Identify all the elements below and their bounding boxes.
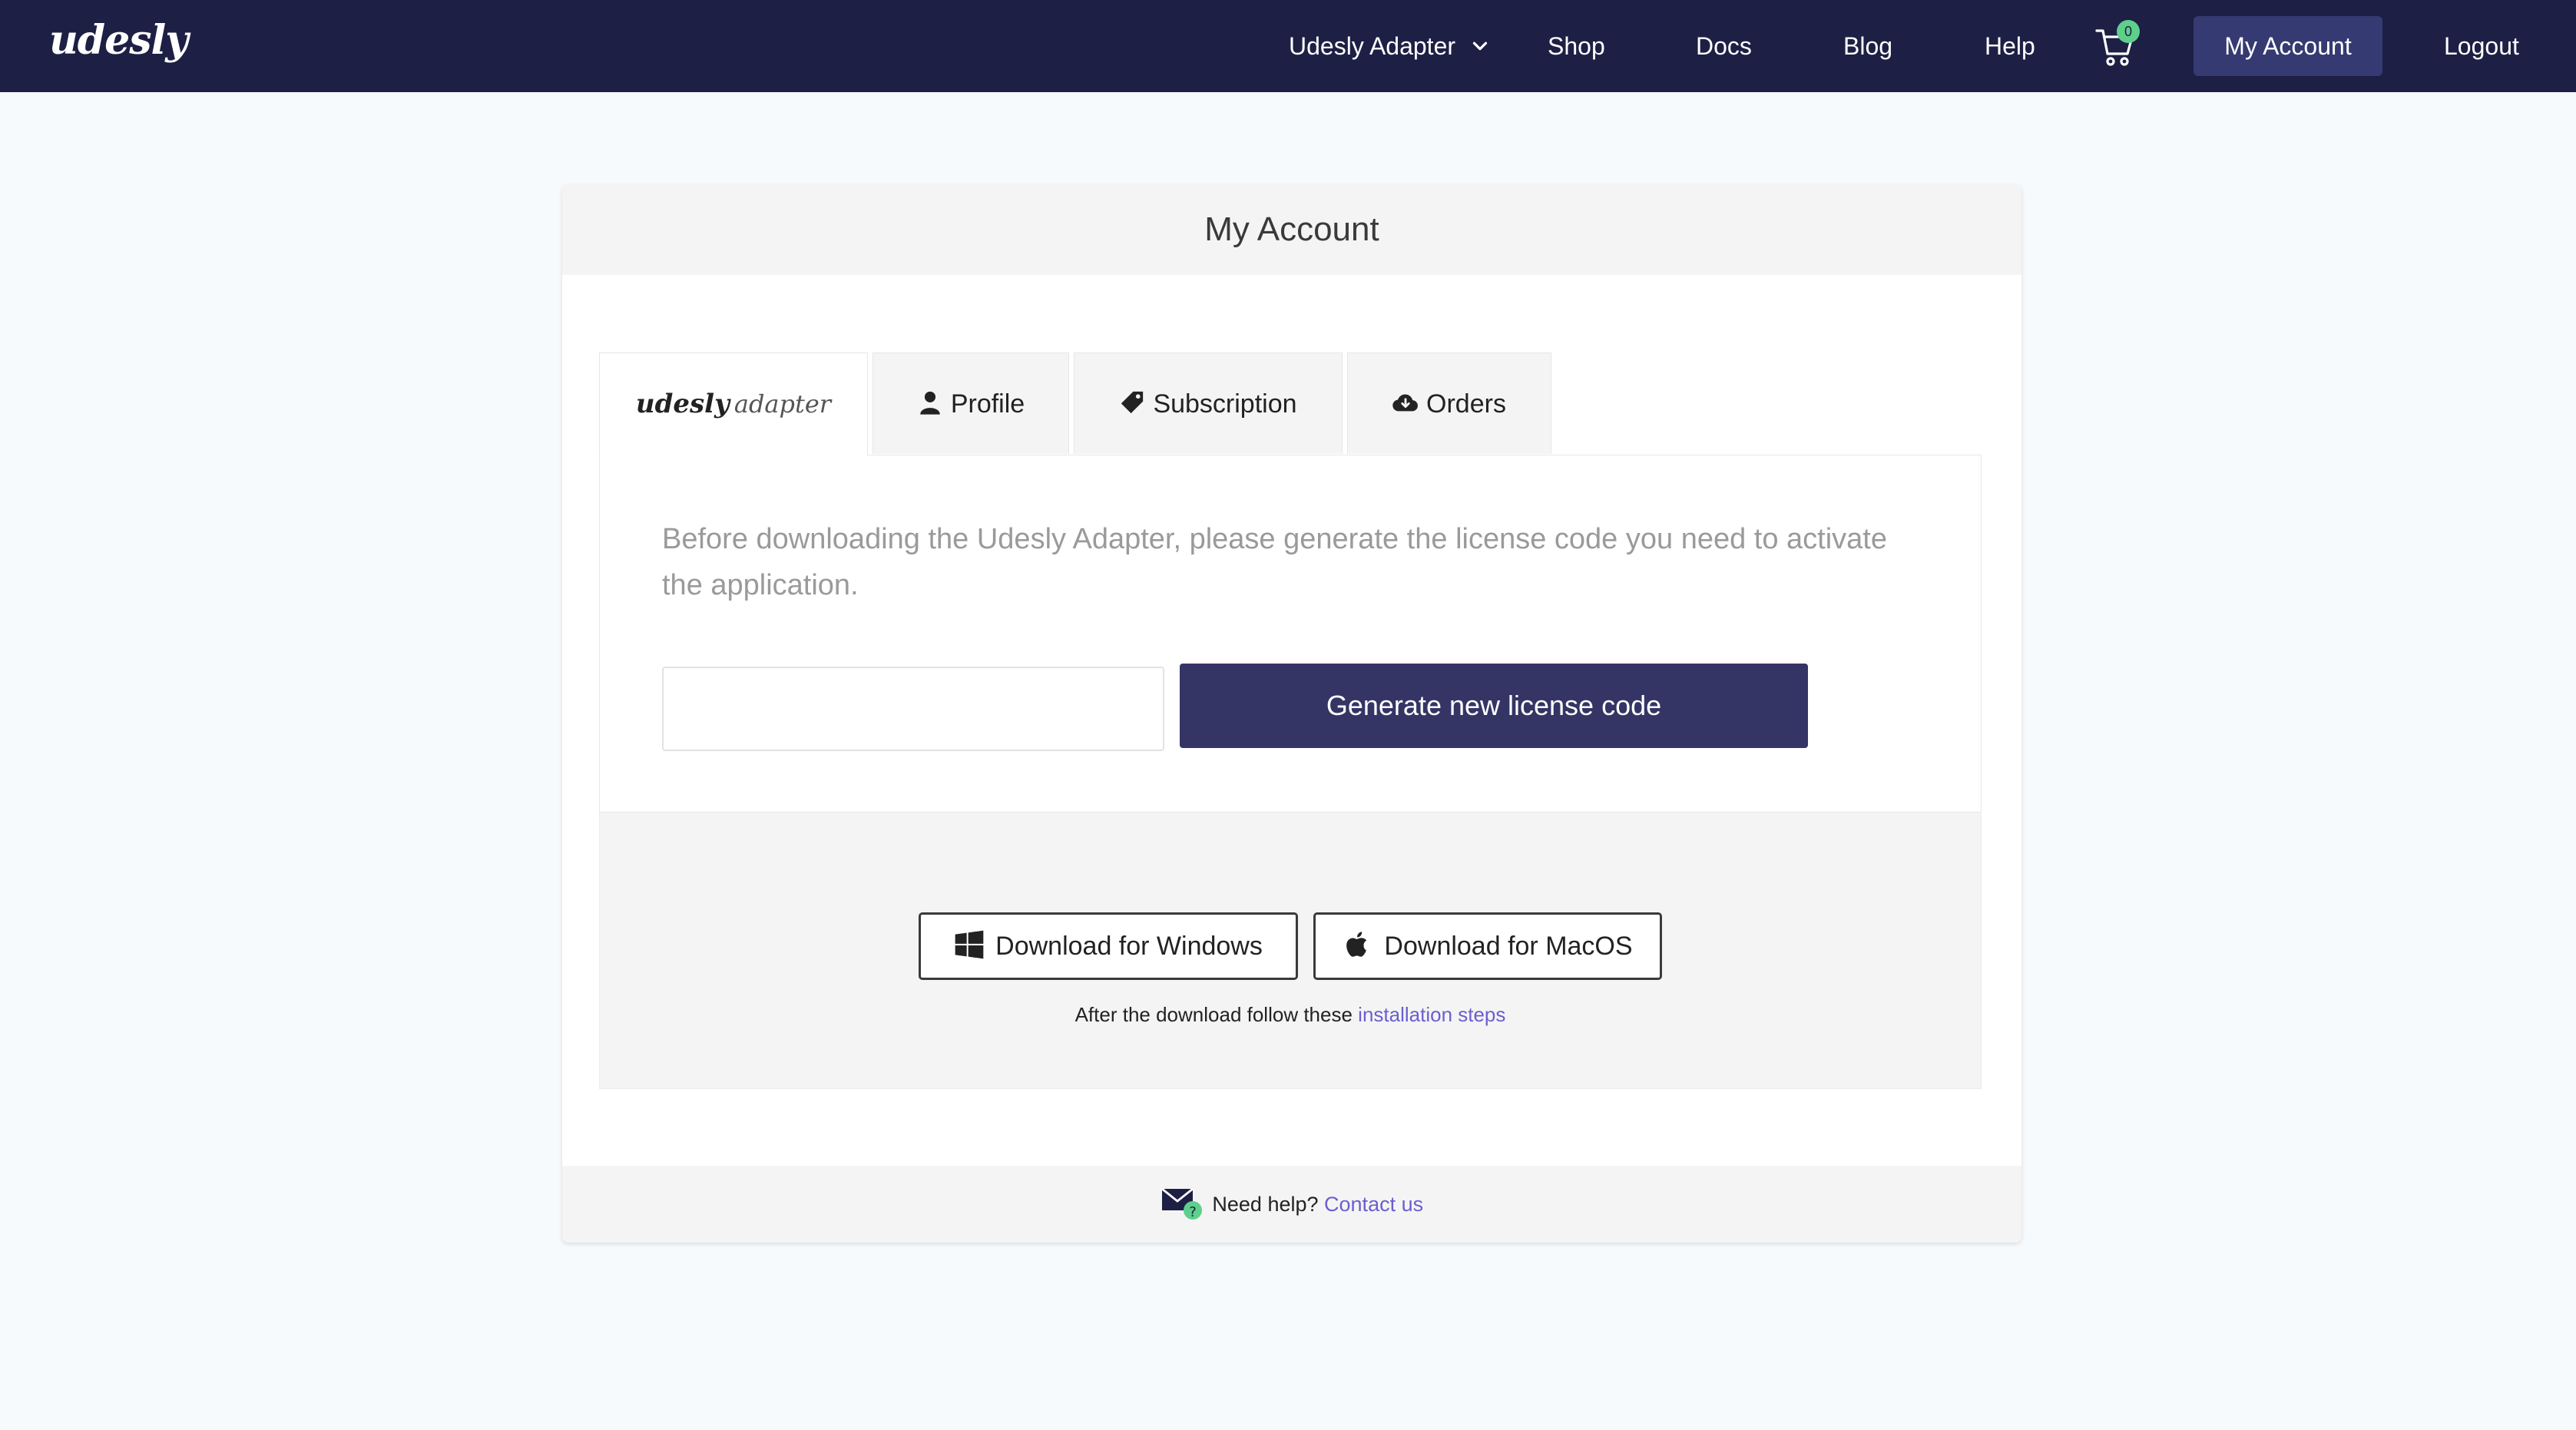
cloud-download-icon <box>1392 394 1418 412</box>
tab-subscription[interactable]: Subscription <box>1074 353 1343 454</box>
tab-profile-label: Profile <box>950 389 1025 419</box>
installation-steps-link[interactable]: installation steps <box>1358 1003 1505 1026</box>
license-instructions: Before downloading the Udesly Adapter, p… <box>662 523 1887 601</box>
contact-us-link[interactable]: Contact us <box>1324 1193 1423 1216</box>
apple-icon <box>1346 932 1367 957</box>
nav-logout-link[interactable]: Logout <box>2444 0 2519 92</box>
tab-udesly-adapter[interactable]: udesly adapter <box>599 353 868 455</box>
tab-orders-label: Orders <box>1426 389 1506 419</box>
installation-note: After the download follow these installa… <box>599 1003 1982 1027</box>
user-icon <box>920 391 940 415</box>
tab-profile[interactable]: Profile <box>872 353 1069 454</box>
nav-udesly-adapter-dropdown[interactable]: Udesly Adapter <box>1289 0 1492 92</box>
mail-question-icon: ? <box>1161 1187 1202 1220</box>
tab-orders[interactable]: Orders <box>1347 353 1551 454</box>
page-title: My Account <box>562 184 2021 275</box>
tab-adapter-label: adapter <box>733 389 832 419</box>
cart-count-badge: 0 <box>2117 20 2140 43</box>
cart-button[interactable]: 0 <box>2095 20 2141 69</box>
nav-docs-link[interactable]: Docs <box>1696 0 1752 92</box>
svg-text:?: ? <box>1189 1204 1197 1220</box>
nav-help-link[interactable]: Help <box>1985 0 2035 92</box>
nav-my-account-button[interactable]: My Account <box>2194 16 2382 76</box>
nav-blog-link[interactable]: Blog <box>1843 0 1892 92</box>
chevron-down-icon <box>1472 41 1488 50</box>
nav-udesly-adapter-label: Udesly Adapter <box>1289 32 1456 60</box>
tab-adapter-brand: udesly <box>635 389 730 419</box>
brand-logo[interactable]: udesly <box>49 17 188 64</box>
help-footer: ? Need help? Contact us <box>562 1166 2021 1243</box>
license-code-input[interactable] <box>662 667 1164 751</box>
download-windows-button[interactable]: Download for Windows <box>919 912 1298 980</box>
adapter-tab-panel <box>599 455 1982 813</box>
tag-icon <box>1121 391 1144 414</box>
tab-subscription-label: Subscription <box>1153 389 1297 419</box>
download-macos-label: Download for MacOS <box>1384 932 1633 961</box>
installation-note-text: After the download follow these <box>1074 1003 1353 1026</box>
download-windows-label: Download for Windows <box>995 932 1263 961</box>
generate-license-button[interactable]: Generate new license code <box>1180 664 1808 748</box>
windows-icon <box>955 930 984 959</box>
download-macos-button[interactable]: Download for MacOS <box>1313 912 1662 980</box>
top-navbar: udesly Udesly Adapter Shop Docs Blog Hel… <box>0 0 2576 92</box>
help-text: Need help? <box>1212 1193 1319 1216</box>
nav-shop-link[interactable]: Shop <box>1548 0 1605 92</box>
